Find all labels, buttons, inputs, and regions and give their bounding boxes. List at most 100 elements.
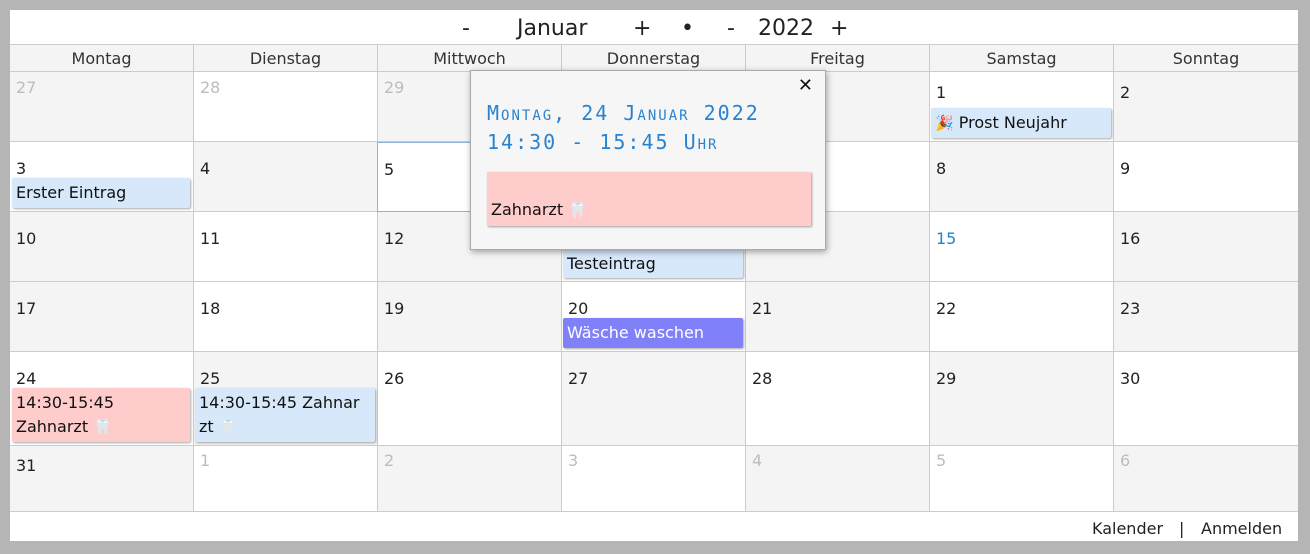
event-label: 14:30-15:45 Zahnar bbox=[199, 393, 360, 412]
day-cell[interactable]: 28 bbox=[745, 352, 929, 446]
footer: Kalender | Anmelden bbox=[10, 512, 1298, 541]
login-link[interactable]: Anmelden bbox=[1201, 519, 1282, 538]
event-detail-popup: ✕ Montag, 24 Januar 2022 14:30 - 15:45 U… bbox=[470, 70, 826, 250]
weekday-dienstag: Dienstag bbox=[193, 45, 377, 71]
weekday-montag: Montag bbox=[71, 49, 132, 68]
day-number: 10 bbox=[16, 229, 37, 248]
popup-date: Montag, 24 Januar 2022 bbox=[487, 101, 760, 125]
day-cell[interactable]: 10 bbox=[10, 212, 193, 282]
next-month-button[interactable]: + bbox=[633, 16, 651, 42]
day-cell[interactable]: 9 bbox=[1113, 142, 1298, 212]
day-cell[interactable]: 3 bbox=[561, 446, 745, 512]
day-cell[interactable]: 29 bbox=[929, 352, 1113, 446]
popup-time: 14:30 - 15:45 Uhr bbox=[487, 130, 719, 154]
calendar-link[interactable]: Kalender bbox=[1092, 519, 1163, 538]
day-number: 29 bbox=[384, 78, 405, 97]
day-cell[interactable]: 30 bbox=[1113, 352, 1298, 446]
day-number: 30 bbox=[1120, 369, 1141, 388]
day-number: 15 bbox=[936, 229, 957, 248]
event-label: zt bbox=[199, 417, 214, 436]
day-cell[interactable]: 2 bbox=[377, 446, 561, 512]
close-icon[interactable]: ✕ bbox=[798, 75, 813, 96]
day-number: 11 bbox=[200, 229, 221, 248]
day-cell[interactable]: 21 bbox=[745, 282, 929, 352]
event-waesche-waschen[interactable]: Wäsche waschen bbox=[563, 318, 743, 348]
day-cell[interactable]: 16 bbox=[1113, 212, 1298, 282]
weekday-samstag: Samstag bbox=[929, 45, 1113, 71]
day-number: 6 bbox=[1120, 451, 1131, 470]
day-number: 12 bbox=[384, 229, 405, 248]
day-number: 9 bbox=[1120, 159, 1131, 178]
event-zahnarzt-tuesday[interactable]: 14:30-15:45 Zahnar zt 🦷 bbox=[195, 388, 375, 442]
day-number: 22 bbox=[936, 299, 957, 318]
event-label: Testeintrag bbox=[567, 254, 656, 273]
day-number: 17 bbox=[16, 299, 37, 318]
day-number: 4 bbox=[200, 159, 211, 178]
day-cell[interactable]: 27 bbox=[561, 352, 745, 446]
month-year-navigation: - Januar + • - 2022 + bbox=[10, 10, 1298, 44]
weekday-freitag: Freitag bbox=[745, 45, 929, 71]
day-cell[interactable]: 28 bbox=[193, 72, 377, 142]
day-number: 26 bbox=[384, 369, 405, 388]
day-cell[interactable]: 19 bbox=[377, 282, 561, 352]
party-icon: 🎉 bbox=[935, 114, 954, 132]
day-cell[interactable]: 4 bbox=[745, 446, 929, 512]
day-number: 20 bbox=[568, 299, 589, 318]
day-cell[interactable]: 27 bbox=[10, 72, 193, 142]
event-label: Erster Eintrag bbox=[16, 183, 127, 202]
day-number: 16 bbox=[1120, 229, 1141, 248]
tooth-icon: 🦷 bbox=[218, 418, 238, 436]
today-dot-button[interactable]: • bbox=[681, 16, 694, 42]
day-number: 1 bbox=[936, 83, 947, 102]
tooth-icon: 🦷 bbox=[93, 418, 112, 436]
day-number: 2 bbox=[384, 451, 395, 470]
year-label: 2022 bbox=[758, 16, 814, 41]
day-number: 21 bbox=[752, 299, 773, 318]
event-prost-neujahr[interactable]: 🎉 Prost Neujahr bbox=[931, 108, 1111, 138]
day-number: 3 bbox=[568, 451, 579, 470]
day-cell[interactable]: 18 bbox=[193, 282, 377, 352]
day-cell[interactable]: 6 bbox=[1113, 446, 1298, 512]
day-number: 28 bbox=[752, 369, 773, 388]
day-number: 18 bbox=[200, 299, 221, 318]
prev-year-button[interactable]: - bbox=[727, 16, 735, 42]
day-number: 29 bbox=[936, 369, 957, 388]
day-number: 1 bbox=[200, 451, 211, 470]
day-cell[interactable]: 1 bbox=[193, 446, 377, 512]
event-erster-eintrag[interactable]: Erster Eintrag bbox=[12, 178, 190, 208]
day-number: 25 bbox=[200, 369, 221, 388]
day-number: 24 bbox=[16, 369, 37, 388]
day-cell[interactable]: 2 bbox=[1113, 72, 1298, 142]
day-number: 19 bbox=[384, 299, 405, 318]
prev-month-button[interactable]: - bbox=[462, 16, 470, 42]
day-number: 27 bbox=[568, 369, 589, 388]
day-cell[interactable]: 23 bbox=[1113, 282, 1298, 352]
day-number: 27 bbox=[16, 78, 37, 97]
next-year-button[interactable]: + bbox=[830, 16, 848, 42]
event-zahnarzt-monday[interactable]: 14:30-15:45 Zahnarzt 🦷 bbox=[12, 388, 190, 442]
day-number: 23 bbox=[1120, 299, 1141, 318]
popup-event[interactable]: Zahnarzt 🦷 bbox=[487, 172, 811, 226]
day-cell[interactable]: 22 bbox=[929, 282, 1113, 352]
day-cell[interactable]: 8 bbox=[929, 142, 1113, 212]
day-number: 28 bbox=[200, 78, 221, 97]
day-number: 3 bbox=[16, 159, 27, 178]
day-number: 31 bbox=[16, 456, 37, 475]
month-label: Januar bbox=[517, 16, 588, 41]
day-cell[interactable]: 31 bbox=[10, 446, 193, 512]
day-number: 2 bbox=[1120, 83, 1131, 102]
weekday-header: Montag Dienstag Mittwoch Donnerstag Freitag S… bbox=[10, 44, 1298, 72]
day-cell[interactable]: 11 bbox=[193, 212, 377, 282]
day-cell[interactable]: 15 bbox=[929, 212, 1113, 282]
day-number: 5 bbox=[384, 160, 395, 179]
day-cell[interactable]: 5 bbox=[929, 446, 1113, 512]
day-number: 8 bbox=[936, 159, 947, 178]
day-number: 4 bbox=[752, 451, 763, 470]
day-cell[interactable]: 17 bbox=[10, 282, 193, 352]
day-cell[interactable]: 26 bbox=[377, 352, 561, 446]
tooth-icon: 🦷 bbox=[568, 201, 587, 219]
footer-separator: | bbox=[1179, 519, 1185, 538]
day-cell[interactable]: 4 bbox=[193, 142, 377, 212]
event-testeintrag[interactable]: Testeintrag bbox=[563, 249, 743, 278]
event-label: Zahnarzt bbox=[16, 417, 89, 436]
